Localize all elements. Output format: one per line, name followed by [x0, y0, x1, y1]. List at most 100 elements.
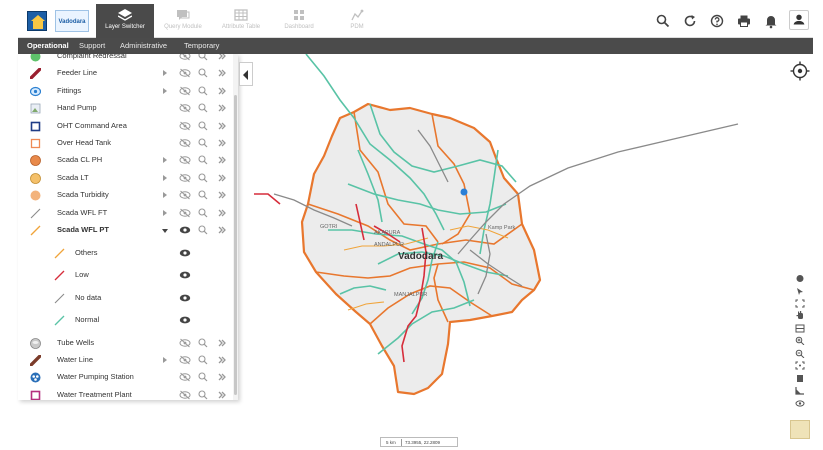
layer-row-feeder-line[interactable]: Feeder Line	[18, 65, 237, 82]
layer-options-icon[interactable]	[217, 225, 227, 235]
legend-class-no-data[interactable]: No data	[18, 290, 237, 307]
tab-temporary[interactable]: Temporary	[184, 38, 219, 54]
layer-row-complaint-redressal[interactable]: Complaint Redressal	[18, 54, 237, 65]
help-icon[interactable]	[709, 13, 725, 29]
legend-class-low[interactable]: Low	[18, 267, 237, 284]
eye-hidden-icon[interactable]	[179, 68, 191, 78]
layer-options-icon[interactable]	[217, 338, 227, 348]
print-icon[interactable]	[736, 13, 752, 29]
layer-row-scada-lt[interactable]: Scada LT	[18, 170, 237, 187]
zoom-to-layer-icon[interactable]	[198, 190, 208, 200]
bell-icon[interactable]	[763, 13, 779, 29]
legend-class-normal[interactable]: Normal	[18, 312, 237, 329]
layer-options-icon[interactable]	[217, 86, 227, 96]
zoom-in-icon[interactable]	[795, 336, 805, 345]
legend-class-others[interactable]: Others	[18, 245, 237, 262]
layer-row-over-head-tank[interactable]: Over Head Tank	[18, 135, 237, 152]
layer-row-water-treatment-plant[interactable]: Water Treatment Plant	[18, 387, 237, 400]
zoom-extent-icon[interactable]	[795, 361, 805, 370]
eye-hidden-icon[interactable]	[179, 190, 191, 200]
layer-options-icon[interactable]	[217, 121, 227, 131]
zoom-to-layer-icon[interactable]	[198, 173, 208, 183]
zoom-to-layer-icon[interactable]	[198, 390, 208, 400]
eye-visible-icon[interactable]	[179, 248, 191, 258]
layer-row-water-pumping-station[interactable]: Water Pumping Station	[18, 369, 237, 386]
layer-row-fittings[interactable]: Fittings	[18, 83, 237, 100]
eye-hidden-icon[interactable]	[179, 173, 191, 183]
attribute-table-button[interactable]: Attribute Table	[212, 4, 270, 38]
user-button[interactable]	[789, 10, 809, 30]
chevron-right-icon[interactable]	[163, 87, 167, 94]
zoom-to-layer-icon[interactable]	[198, 155, 208, 165]
zoom-to-layer-icon[interactable]	[198, 225, 208, 235]
layer-row-scada-wfl-ft[interactable]: Scada WFL FT	[18, 205, 237, 222]
eye-hidden-icon[interactable]	[179, 54, 191, 61]
measure-icon[interactable]	[795, 386, 805, 395]
globe-icon[interactable]	[795, 274, 805, 283]
eye-hidden-icon[interactable]	[179, 390, 191, 400]
tab-administrative[interactable]: Administrative	[120, 38, 167, 54]
layer-row-tube-wells[interactable]: Tube Wells	[18, 335, 237, 352]
eye-visible-icon[interactable]	[179, 225, 191, 235]
pointer-icon[interactable]	[795, 287, 805, 296]
overview-minimap[interactable]	[790, 420, 810, 439]
eye-hidden-icon[interactable]	[179, 338, 191, 348]
layer-list-icon[interactable]	[795, 324, 805, 333]
eye-hidden-icon[interactable]	[179, 86, 191, 96]
eye-visible-icon[interactable]	[179, 293, 191, 303]
chevron-right-icon[interactable]	[163, 209, 167, 216]
search-icon[interactable]	[655, 13, 671, 29]
eye-toggle-icon[interactable]	[795, 399, 805, 408]
pan-hand-icon[interactable]	[795, 311, 805, 320]
layer-options-icon[interactable]	[217, 155, 227, 165]
layer-row-scada-cl-ph[interactable]: Scada CL PH	[18, 152, 237, 169]
layer-options-icon[interactable]	[217, 173, 227, 183]
tab-support[interactable]: Support	[79, 38, 105, 54]
eye-hidden-icon[interactable]	[179, 155, 191, 165]
zoom-to-layer-icon[interactable]	[198, 208, 208, 218]
chevron-down-icon[interactable]	[162, 229, 168, 233]
layer-options-icon[interactable]	[217, 190, 227, 200]
pdm-button[interactable]: PDM	[328, 4, 386, 38]
eye-visible-icon[interactable]	[179, 315, 191, 325]
bookmark-icon[interactable]	[795, 374, 805, 383]
panel-collapse-button[interactable]	[239, 62, 253, 86]
eye-hidden-icon[interactable]	[179, 121, 191, 131]
zoom-to-layer-icon[interactable]	[198, 372, 208, 382]
zoom-to-layer-icon[interactable]	[198, 121, 208, 131]
zoom-to-layer-icon[interactable]	[198, 54, 208, 61]
layer-options-icon[interactable]	[217, 355, 227, 365]
layer-options-icon[interactable]	[217, 68, 227, 78]
layer-options-icon[interactable]	[217, 372, 227, 382]
eye-hidden-icon[interactable]	[179, 208, 191, 218]
zoom-to-layer-icon[interactable]	[198, 68, 208, 78]
eye-hidden-icon[interactable]	[179, 103, 191, 113]
zoom-to-layer-icon[interactable]	[198, 86, 208, 96]
eye-visible-icon[interactable]	[179, 270, 191, 280]
chevron-right-icon[interactable]	[163, 174, 167, 181]
chevron-right-icon[interactable]	[163, 192, 167, 199]
query-module-button[interactable]: Query Module	[154, 4, 212, 38]
layer-options-icon[interactable]	[217, 390, 227, 400]
layer-options-icon[interactable]	[217, 54, 227, 61]
zoom-to-layer-icon[interactable]	[198, 103, 208, 113]
chevron-right-icon[interactable]	[163, 70, 167, 77]
refresh-icon[interactable]	[682, 13, 698, 29]
layer-row-scada-turbidity[interactable]: Scada Turbidity	[18, 187, 237, 204]
zoom-to-layer-icon[interactable]	[198, 138, 208, 148]
eye-hidden-icon[interactable]	[179, 138, 191, 148]
dashboard-button[interactable]: Dashboard	[270, 4, 328, 38]
layer-row-water-line[interactable]: Water Line	[18, 352, 237, 369]
layer-row-oht-command-area[interactable]: OHT Command Area	[18, 118, 237, 135]
zoom-to-layer-icon[interactable]	[198, 337, 208, 348]
zoom-out-icon[interactable]	[795, 349, 805, 358]
tab-operational[interactable]: Operational	[27, 38, 69, 54]
compass-icon[interactable]	[790, 61, 810, 81]
layer-row-scada-wfl-pt[interactable]: Scada WFL PT	[18, 222, 237, 239]
layer-options-icon[interactable]	[217, 138, 227, 148]
chevron-right-icon[interactable]	[163, 157, 167, 164]
layer-switcher-button[interactable]: Layer Switcher	[96, 4, 154, 38]
panel-scrollbar-thumb[interactable]	[234, 95, 237, 395]
fullscreen-icon[interactable]	[795, 299, 805, 308]
zoom-to-layer-icon[interactable]	[198, 355, 208, 365]
